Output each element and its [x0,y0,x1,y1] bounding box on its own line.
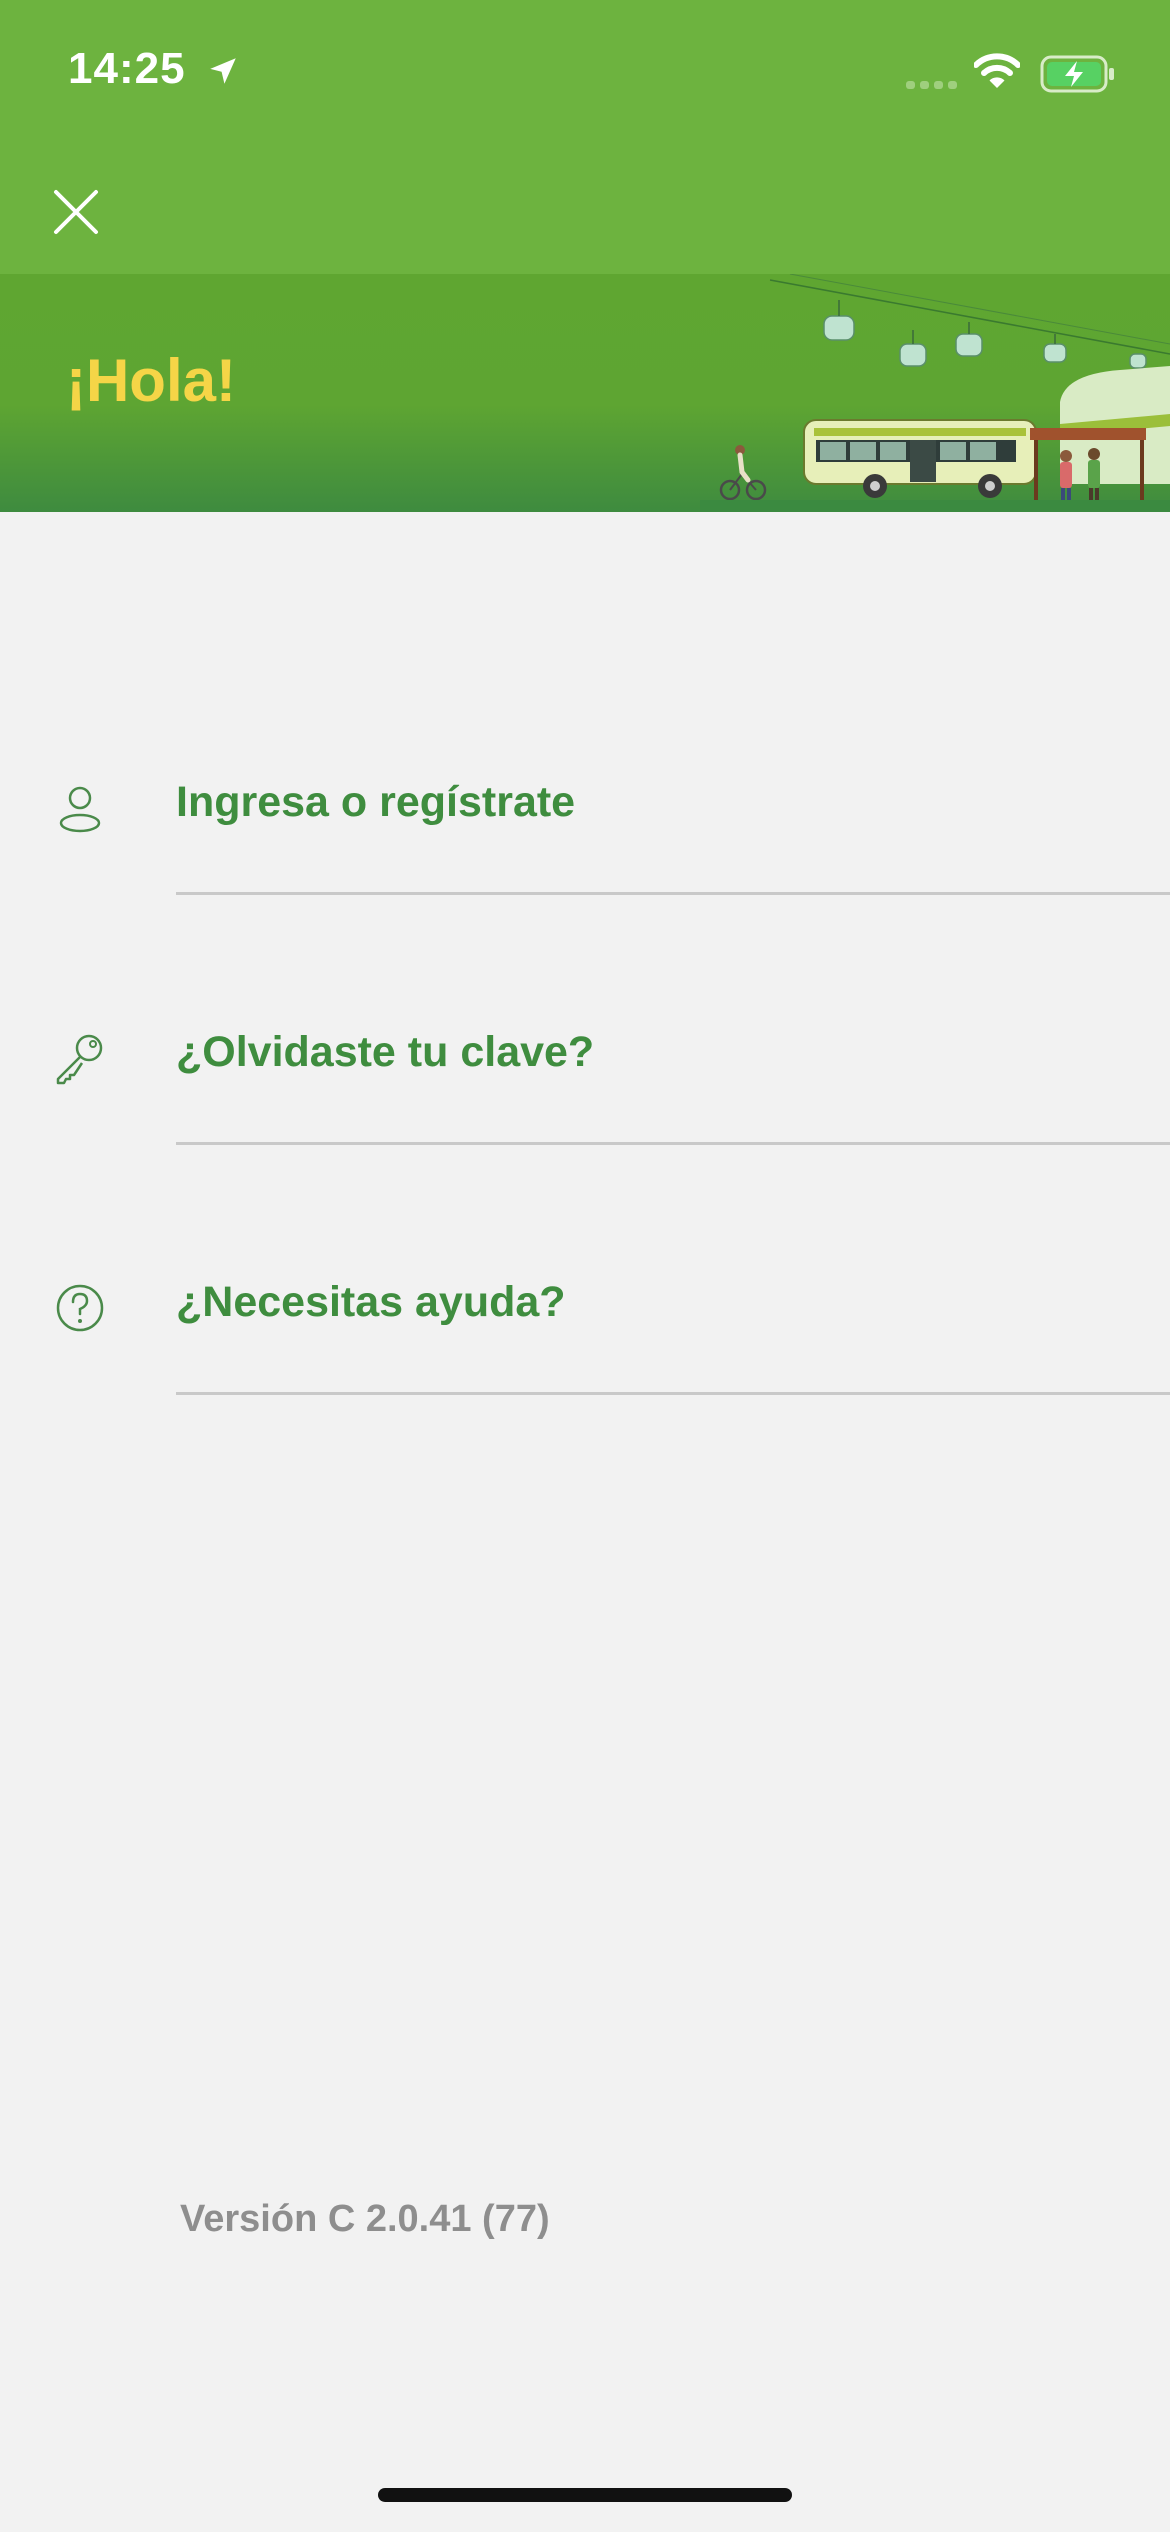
user-icon [59,786,101,833]
help-label: ¿Necesitas ayuda? [176,1278,566,1326]
greeting-banner: ¡Hola! [0,274,1170,512]
login-register-item[interactable]: Ingresa o regístrate [0,740,1170,990]
help-item[interactable]: ¿Necesitas ayuda? [0,1240,1170,1490]
cellular-signal-icon [906,81,957,89]
greeting-title: ¡Hola! [66,347,236,414]
nav-bar [0,148,1170,274]
menu-divider [176,1142,1170,1145]
wifi-icon [974,53,1020,88]
menu-list: Ingresa o regístrate ¿Olvidaste tu clave… [0,740,1170,1490]
key-icon [56,1034,103,1085]
help-circle-icon [56,1284,104,1332]
menu-divider [176,1392,1170,1395]
login-register-label: Ingresa o regístrate [176,778,576,826]
status-time: 14:25 [68,44,186,93]
close-icon [54,190,98,234]
close-button[interactable] [40,176,112,248]
battery-charging-icon [1040,55,1114,93]
transit-illustration [700,274,1170,512]
menu-divider [176,892,1170,895]
status-bar: 14:25 [0,0,1170,148]
location-arrow-icon [210,58,236,84]
home-indicator[interactable] [378,2488,792,2502]
version-label: Versión C 2.0.41 (77) [180,2198,550,2240]
forgot-password-label: ¿Olvidaste tu clave? [176,1028,595,1076]
forgot-password-item[interactable]: ¿Olvidaste tu clave? [0,990,1170,1240]
